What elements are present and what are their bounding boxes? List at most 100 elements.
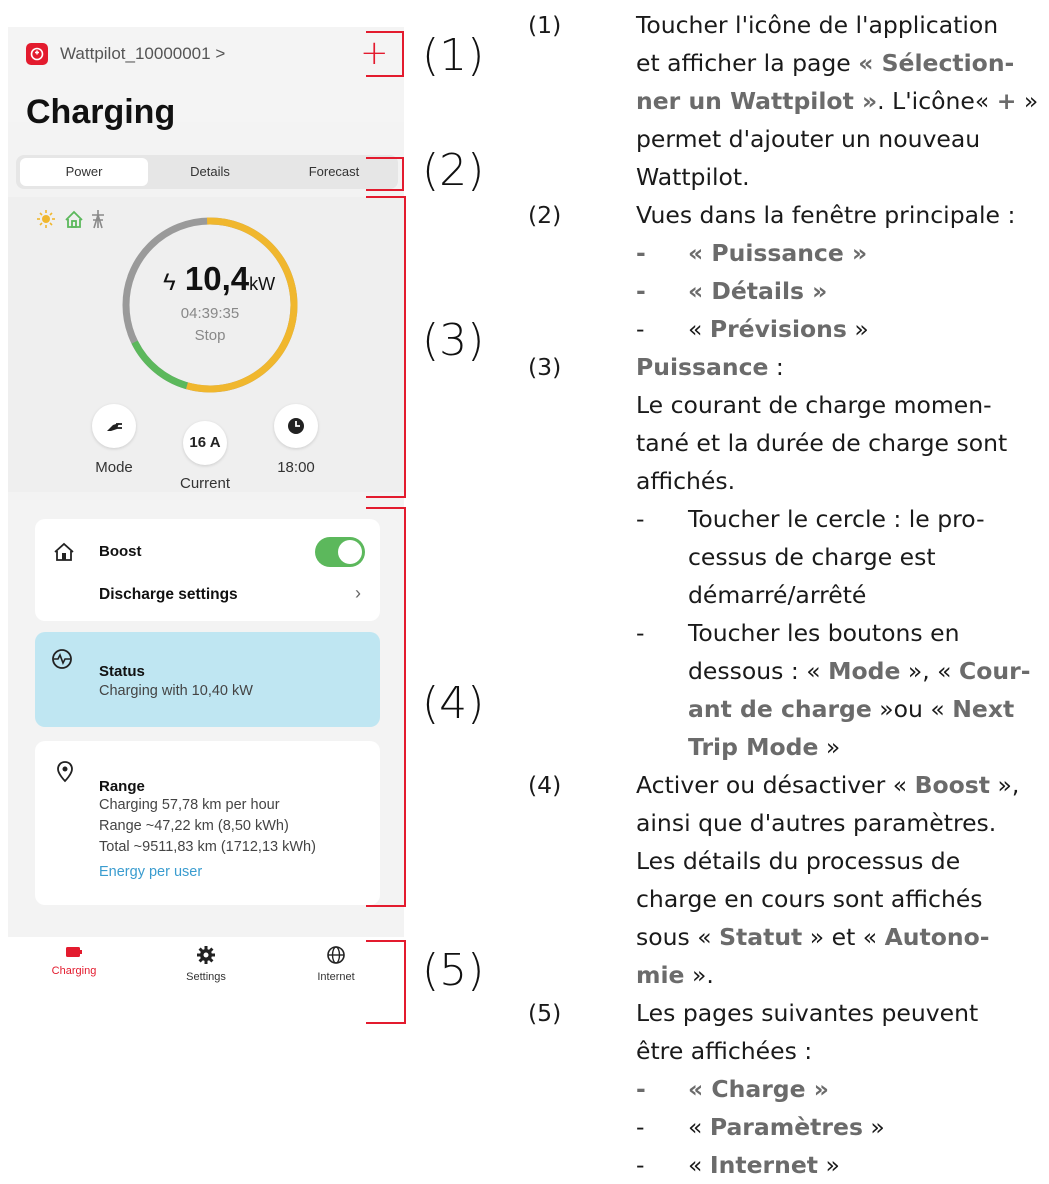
power-value: 10,4 xyxy=(184,260,250,297)
grid-pylon-icon xyxy=(92,210,104,229)
text-line: Les détails du processus de xyxy=(636,847,961,875)
tab-details[interactable]: Details xyxy=(150,158,270,186)
section-2: (2) Vues dans la fenêtre principale : « … xyxy=(528,196,1048,348)
nav-charging[interactable]: Charging xyxy=(24,937,124,977)
explanation-text: (1) Toucher l'icône de l'application et … xyxy=(528,6,1048,1184)
section-4: (4) Activer ou désactiver « Boost », ain… xyxy=(528,766,1048,994)
mode-label: Mode xyxy=(95,459,133,476)
range-line-total: Total ~9511,83 km (1712,13 kWh) xyxy=(99,839,316,855)
power-panel: ϟ 10,4kW 04:39:35 Stop 16 A Mode Current… xyxy=(8,197,404,492)
bolt-icon: ϟ xyxy=(163,269,176,296)
current-button[interactable]: 16 A xyxy=(183,421,227,465)
marker-5: (5) xyxy=(422,945,485,996)
globe-icon xyxy=(327,946,345,964)
list-item: « Détails » xyxy=(636,272,1048,310)
app-screenshot: Wattpilot_10000001 > + Charging Power De… xyxy=(8,27,404,1027)
boost-title: Boost xyxy=(99,543,142,560)
nav-settings-label: Settings xyxy=(186,971,226,983)
status-pulse-icon xyxy=(52,649,72,669)
timer-label: 18:00 xyxy=(277,459,315,476)
list-item: Toucher le cercle : le pro-cessus de cha… xyxy=(636,500,1048,614)
current-label: Current xyxy=(179,475,231,492)
text-line: Vues dans la fenêtre principale : xyxy=(636,201,1016,229)
text-line: affichés. xyxy=(636,467,736,495)
bottom-nav: Charging Settings Internet xyxy=(8,937,404,1027)
location-pin-icon xyxy=(57,761,73,783)
range-line-rate: Charging 57,78 km per hour xyxy=(99,797,280,813)
stop-label[interactable]: Stop xyxy=(158,327,262,344)
page-title: Charging xyxy=(26,93,176,131)
section-5: (5) Les pages suivantes peuvent être aff… xyxy=(528,994,1048,1184)
nav-settings[interactable]: Settings xyxy=(156,937,256,983)
house-battery-icon xyxy=(54,542,74,561)
status-card: Status Charging with 10,40 kW xyxy=(35,632,380,727)
text-line: Wattpilot. xyxy=(636,163,750,191)
text-line: ner un Wattpilot ». L'icône« + » xyxy=(636,87,1039,115)
bracket-3 xyxy=(366,196,406,498)
text-line: charge en cours sont affichés xyxy=(636,885,983,913)
nav-charging-label: Charging xyxy=(51,965,97,977)
section-number: (1) xyxy=(528,11,562,39)
section-1: (1) Toucher l'icône de l'application et … xyxy=(528,6,1048,196)
tab-power[interactable]: Power xyxy=(20,158,148,186)
section-number: (3) xyxy=(528,353,562,381)
clock-icon xyxy=(288,418,304,434)
bracket-5 xyxy=(366,940,406,1024)
boost-toggle[interactable] xyxy=(315,537,365,567)
range-card: Range Charging 57,78 km per hour Range ~… xyxy=(35,741,380,905)
app-logo-icon[interactable] xyxy=(26,43,48,65)
section-number: (2) xyxy=(528,201,562,229)
status-title: Status xyxy=(99,663,145,680)
sun-icon xyxy=(37,210,55,228)
list-item: « Prévisions » xyxy=(636,310,1048,348)
view-tabs: Power Details Forecast xyxy=(16,155,398,189)
marker-2: (2) xyxy=(422,145,485,196)
section-number: (5) xyxy=(528,999,562,1027)
range-title: Range xyxy=(99,778,145,795)
range-line-range: Range ~47,22 km (8,50 kWh) xyxy=(99,818,289,834)
text-line: Puissance : xyxy=(636,353,784,381)
charge-duration: 04:39:35 xyxy=(180,305,240,322)
bracket-2 xyxy=(366,157,404,191)
text-line: être affichées : xyxy=(636,1037,813,1065)
section-3: (3) Puissance : Le courant de charge mom… xyxy=(528,348,1048,766)
list-item: Toucher les boutons en dessous : « Mode … xyxy=(636,614,1048,766)
bracket-1 xyxy=(366,31,404,77)
list-item: « Charge » xyxy=(636,1070,1048,1108)
text-line: Le courant de charge momen- xyxy=(636,391,992,419)
list-item: « Internet » xyxy=(636,1146,1048,1184)
text-line: et afficher la page « Sélection- xyxy=(636,49,1015,77)
energy-per-user-link[interactable]: Energy per user xyxy=(99,862,202,883)
text-line: Toucher l'icône de l'application xyxy=(636,11,999,39)
text-line: Les pages suivantes peuvent xyxy=(636,999,979,1027)
chevron-right-icon: › xyxy=(355,583,361,603)
app-header: Wattpilot_10000001 > + Charging xyxy=(8,27,404,131)
marker-1: (1) xyxy=(422,30,485,81)
mode-button[interactable] xyxy=(92,404,136,448)
text-line: permet d'ajouter un nouveau xyxy=(636,125,981,153)
device-selector[interactable]: Wattpilot_10000001 > xyxy=(60,44,225,64)
list-item: « Paramètres » xyxy=(636,1108,1048,1146)
energy-source-icons xyxy=(37,210,104,229)
nav-internet-label: Internet xyxy=(317,971,355,983)
text-line: Activer ou désactiver « Boost », xyxy=(636,771,1020,799)
gear-icon xyxy=(197,946,215,964)
text-line: sous « Statut » et « Autono- xyxy=(636,923,990,951)
text-line: ainsi que d'autres paramètres. xyxy=(636,809,997,837)
marker-4: (4) xyxy=(422,678,485,729)
status-text: Charging with 10,40 kW xyxy=(99,683,253,699)
plug-icon xyxy=(107,423,122,431)
list-item: « Puissance » xyxy=(636,234,1048,272)
marker-3: (3) xyxy=(422,315,485,366)
power-readout: ϟ 10,4kW xyxy=(163,260,275,298)
bracket-4 xyxy=(366,507,406,907)
power-unit: kW xyxy=(249,274,276,294)
timer-button[interactable] xyxy=(274,404,318,448)
boost-card: Boost Discharge settings › xyxy=(35,519,380,621)
discharge-settings-link[interactable]: Discharge settings xyxy=(99,586,238,604)
battery-charging-icon xyxy=(66,947,82,957)
section-number: (4) xyxy=(528,771,562,799)
house-icon xyxy=(65,210,83,228)
text-line: mie ». xyxy=(636,961,714,989)
text-line: tané et la durée de charge sont xyxy=(636,429,1008,457)
